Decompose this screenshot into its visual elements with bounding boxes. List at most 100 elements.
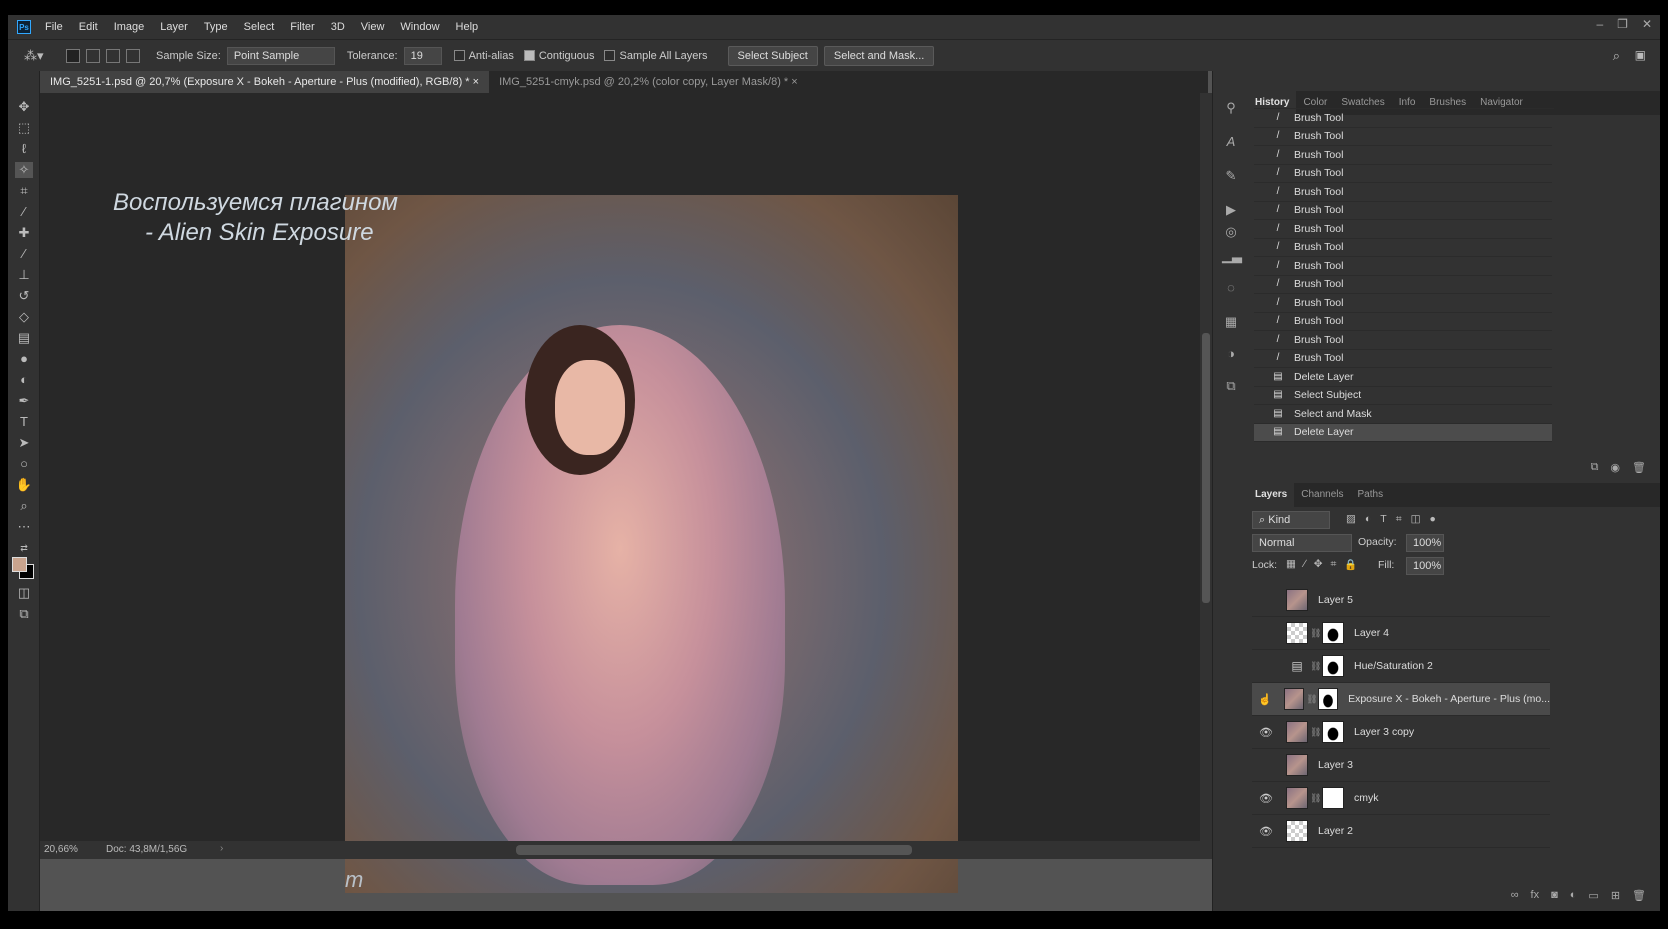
close-icon[interactable]: ✕ bbox=[1642, 17, 1652, 31]
anti-alias-check-icon[interactable] bbox=[453, 50, 465, 62]
sample-all-check-icon[interactable] bbox=[604, 50, 616, 62]
layer-mask-thumbnail[interactable] bbox=[1318, 688, 1339, 710]
actions-play-icon[interactable]: ▶ bbox=[1222, 201, 1240, 219]
pixel-filter-icon[interactable]: ▨ bbox=[1346, 513, 1356, 526]
brush-tool-icon[interactable]: ∕ bbox=[15, 246, 33, 262]
layer-row-selected[interactable]: ☝ ⛓ Exposure X - Bokeh - Aperture - Plus… bbox=[1252, 683, 1550, 716]
menu-3d[interactable]: 3D bbox=[331, 21, 345, 33]
lock-brush-icon[interactable]: ∕ bbox=[1304, 558, 1306, 571]
history-item[interactable]: / Brush Tool bbox=[1254, 109, 1552, 128]
history-item[interactable]: / Brush Tool bbox=[1254, 350, 1552, 368]
history-item[interactable]: / Brush Tool bbox=[1254, 313, 1552, 331]
layer-mask-thumbnail[interactable] bbox=[1322, 787, 1344, 809]
menu-view[interactable]: View bbox=[361, 21, 385, 33]
menu-window[interactable]: Window bbox=[400, 21, 439, 33]
lasso-tool-icon[interactable]: ℓ bbox=[15, 141, 33, 157]
layer-comps-icon[interactable]: ⧉ bbox=[1222, 377, 1240, 395]
add-selection-icon[interactable] bbox=[86, 48, 100, 63]
new-selection-icon[interactable] bbox=[66, 48, 80, 63]
dodge-tool-icon[interactable]: ◐ bbox=[15, 372, 33, 388]
path-selection-tool-icon[interactable]: ➤ bbox=[15, 435, 33, 451]
eraser-tool-icon[interactable]: ◇ bbox=[15, 309, 33, 325]
cursor-pointer-icon[interactable]: ☝ bbox=[1258, 693, 1272, 706]
history-item[interactable]: / Brush Tool bbox=[1254, 331, 1552, 350]
document-photo[interactable]: m bbox=[345, 195, 958, 893]
link-icon[interactable]: ⛓ bbox=[1310, 661, 1321, 672]
history-item[interactable]: / Brush Tool bbox=[1254, 146, 1552, 165]
layer-mask-thumbnail[interactable] bbox=[1322, 622, 1344, 644]
history-item[interactable]: / Brush Tool bbox=[1254, 257, 1552, 276]
select-subject-button[interactable]: Select Subject bbox=[727, 45, 818, 66]
history-item[interactable]: / Brush Tool bbox=[1254, 165, 1552, 183]
more-tools-icon[interactable]: ⋯ bbox=[15, 519, 33, 535]
quick-mask-icon[interactable]: ◫ bbox=[15, 585, 33, 601]
adjustments-icon[interactable]: ◑ bbox=[1222, 345, 1240, 363]
history-item[interactable]: / Brush Tool bbox=[1254, 128, 1552, 146]
canvas-area[interactable]: m Воспользуемся плагином - Alien Skin Ex… bbox=[40, 93, 1200, 893]
blend-mode-select[interactable]: Normal bbox=[1252, 534, 1352, 552]
history-item[interactable]: / Brush Tool bbox=[1254, 239, 1552, 257]
layer-row[interactable]: 👁 ⛓ cmyk bbox=[1252, 782, 1550, 815]
layer-row[interactable]: 👁 Layer 2 bbox=[1252, 815, 1550, 848]
kind-filter-select[interactable]: ⌕ Kind bbox=[1252, 511, 1330, 529]
link-icon[interactable]: ⛓ bbox=[1310, 793, 1321, 804]
link-icon[interactable]: ⛓ bbox=[1310, 727, 1321, 738]
lock-transparency-icon[interactable]: ▦ bbox=[1286, 558, 1296, 571]
canvas-vertical-scrollbar[interactable] bbox=[1200, 93, 1212, 855]
layer-row[interactable]: Layer 5 bbox=[1252, 584, 1550, 617]
layer-mask-thumbnail[interactable] bbox=[1322, 721, 1344, 743]
new-group-icon[interactable]: ▭ bbox=[1588, 889, 1598, 909]
marquee-tool-icon[interactable]: ⬚ bbox=[15, 120, 33, 136]
histogram-icon[interactable]: ▁▃ bbox=[1222, 247, 1242, 265]
move-tool-icon[interactable]: ✥ bbox=[15, 99, 33, 115]
history-item[interactable]: ▤ Delete Layer bbox=[1254, 368, 1552, 387]
status-menu-chevron-icon[interactable]: › bbox=[220, 843, 223, 854]
history-item[interactable]: / Brush Tool bbox=[1254, 294, 1552, 313]
menu-image[interactable]: Image bbox=[114, 21, 145, 33]
screen-mode-icon[interactable]: ⧉ bbox=[15, 606, 33, 622]
menu-type[interactable]: Type bbox=[204, 21, 228, 33]
scrollbar-thumb[interactable] bbox=[1202, 333, 1210, 603]
search-icon[interactable]: ⌕ bbox=[1613, 48, 1620, 64]
workspace-icon[interactable]: ▣ bbox=[1635, 48, 1646, 62]
filter-toggle-icon[interactable]: ● bbox=[1430, 513, 1436, 526]
menu-help[interactable]: Help bbox=[456, 21, 479, 33]
layer-row[interactable]: Layer 3 bbox=[1252, 749, 1550, 782]
canvas-horizontal-scrollbar[interactable] bbox=[516, 845, 912, 855]
history-item[interactable]: / Brush Tool bbox=[1254, 202, 1552, 220]
fill-input[interactable]: 100% bbox=[1406, 557, 1444, 575]
layer-style-fx-icon[interactable]: fx bbox=[1531, 889, 1540, 909]
menu-select[interactable]: Select bbox=[244, 21, 275, 33]
healing-brush-tool-icon[interactable]: ✚ bbox=[15, 225, 33, 241]
new-adjustment-icon[interactable]: ◐ bbox=[1570, 889, 1577, 909]
tab-img-5251-1[interactable]: IMG_5251-1.psd @ 20,7% (Exposure X - Bok… bbox=[40, 71, 490, 93]
hand-tool-icon[interactable]: ✋ bbox=[15, 477, 33, 493]
history-brush-tool-icon[interactable]: ↺ bbox=[15, 288, 33, 304]
ellipse-tool-icon[interactable]: ○ bbox=[15, 456, 33, 472]
pen-tool-icon[interactable]: ✒ bbox=[15, 393, 33, 409]
select-and-mask-button[interactable]: Select and Mask... bbox=[823, 45, 935, 66]
add-mask-icon[interactable]: ◙ bbox=[1551, 889, 1558, 909]
tab-img-5251-cmyk[interactable]: IMG_5251-cmyk.psd @ 20,2% (color copy, L… bbox=[489, 71, 808, 93]
swatch-preview-icon[interactable]: ▦ bbox=[1222, 313, 1240, 331]
clone-source-icon[interactable]: ◎ bbox=[1222, 223, 1240, 241]
minimize-icon[interactable]: – bbox=[1596, 17, 1603, 31]
history-item[interactable]: ▤ Select and Mask bbox=[1254, 405, 1552, 424]
eye-icon[interactable]: 👁 bbox=[1258, 792, 1274, 805]
lock-artboard-icon[interactable]: ⌗ bbox=[1331, 558, 1337, 571]
restore-icon[interactable]: ❐ bbox=[1617, 17, 1628, 31]
history-item-selected[interactable]: ▤ Delete Layer bbox=[1254, 423, 1552, 442]
crop-tool-icon[interactable]: ⌗ bbox=[15, 183, 33, 199]
zoom-level[interactable]: 20,66% bbox=[44, 844, 78, 855]
layer-row[interactable]: ⛓ Layer 4 bbox=[1252, 617, 1550, 650]
clone-stamp-tool-icon[interactable]: ⊥ bbox=[15, 267, 33, 283]
gradient-tool-icon[interactable]: ▤ bbox=[15, 330, 33, 346]
intersect-selection-icon[interactable] bbox=[126, 48, 140, 63]
magic-wand-tool-icon[interactable]: ✧ bbox=[15, 162, 33, 178]
new-layer-icon[interactable]: ⊞ bbox=[1611, 889, 1620, 909]
magic-wand-tool-preset-icon[interactable]: ⁂▾ bbox=[24, 48, 50, 64]
history-item[interactable]: / Brush Tool bbox=[1254, 220, 1552, 239]
libraries-icon[interactable]: ◌ bbox=[1222, 279, 1240, 297]
menu-edit[interactable]: Edit bbox=[79, 21, 98, 33]
sample-size-select[interactable]: Point Sample bbox=[226, 46, 335, 65]
